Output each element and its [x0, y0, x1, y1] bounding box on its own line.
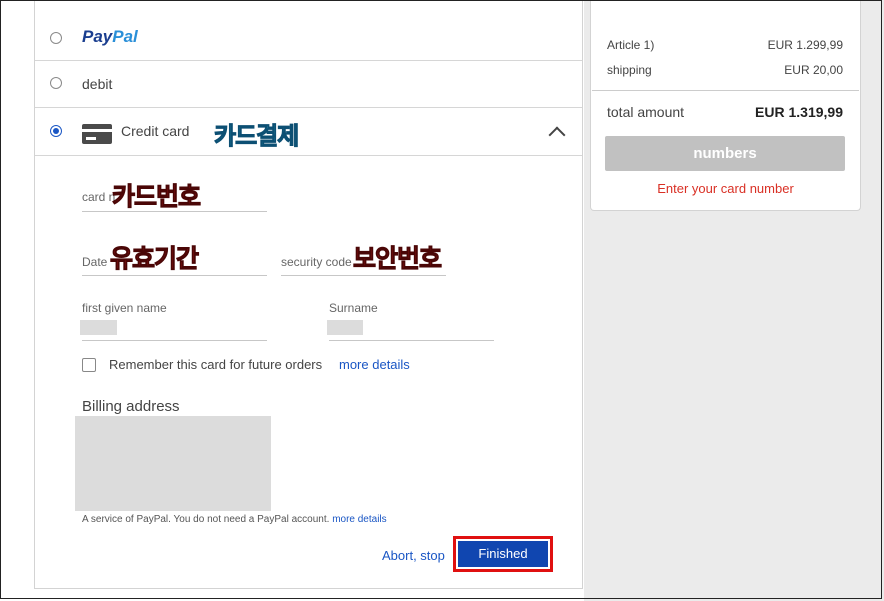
payment-option-credit-card[interactable]: Credit card 카드결제 [35, 107, 582, 156]
debit-label: debit [82, 76, 113, 92]
card-number-error: Enter your card number [657, 181, 794, 196]
credit-card-label: Credit card [121, 123, 190, 139]
chevron-up-icon[interactable] [548, 126, 566, 144]
service-note-text: A service of PayPal. You do not need a P… [82, 514, 330, 525]
debit-radio-icon[interactable] [50, 77, 62, 89]
summary-row-total: total amount EUR 1.319,99 [607, 104, 843, 120]
remember-more-details-link[interactable]: more details [339, 357, 410, 372]
service-note: A service of PayPal. You do not need a P… [82, 514, 387, 525]
date-label: Date [82, 255, 108, 269]
summary-divider [592, 90, 859, 91]
credit-card-icon [82, 124, 112, 144]
card-number-annotation: 카드번호 [111, 183, 201, 211]
surname-value-redacted [327, 320, 363, 335]
credit-card-annotation: 카드결제 [213, 123, 299, 151]
remember-card-label: Remember this card for future orders [109, 357, 323, 372]
card-number-field[interactable] [82, 211, 267, 212]
payment-option-debit[interactable]: debit [35, 60, 582, 108]
article-value: EUR 1.299,99 [767, 38, 843, 52]
security-code-label: security code [281, 255, 352, 269]
payment-column: PayPal debit Credit card 카드결제 card n 카드번… [0, 0, 584, 601]
first-name-value-redacted [80, 320, 117, 335]
security-code-annotation: 보안번호 [352, 245, 442, 273]
security-code-field[interactable] [281, 275, 446, 276]
first-name-field[interactable] [82, 340, 267, 341]
shipping-value: EUR 20,00 [784, 63, 843, 77]
abort-link[interactable]: Abort, stop [382, 548, 445, 563]
surname-label: Surname [329, 301, 378, 315]
card-number-label: card n [82, 190, 116, 204]
payment-option-paypal[interactable]: PayPal [35, 0, 582, 61]
surname-field[interactable] [329, 340, 494, 341]
billing-address-redacted [75, 416, 271, 511]
payment-methods-panel: PayPal debit Credit card 카드결제 card n 카드번… [34, 0, 583, 589]
shipping-label: shipping [607, 63, 652, 77]
service-more-details-link[interactable]: more details [332, 514, 386, 525]
paypal-logo: PayPal [82, 27, 138, 46]
finished-button[interactable]: Finished [458, 541, 548, 567]
date-field[interactable] [82, 275, 267, 276]
billing-address-label: Billing address [82, 398, 180, 415]
article-label: Article 1) [607, 38, 655, 52]
numbers-button[interactable]: numbers [605, 136, 845, 171]
order-summary: Article 1) EUR 1.299,99 shipping EUR 20,… [590, 0, 861, 211]
summary-row-shipping: shipping EUR 20,00 [607, 63, 843, 77]
total-value: EUR 1.319,99 [755, 104, 843, 120]
remember-card-checkbox[interactable] [82, 358, 96, 372]
date-annotation: 유효기간 [109, 245, 199, 273]
credit-card-radio-icon[interactable] [50, 125, 62, 137]
summary-row-article: Article 1) EUR 1.299,99 [607, 38, 843, 52]
first-name-label: first given name [82, 301, 167, 315]
total-label: total amount [607, 104, 685, 120]
paypal-radio-icon[interactable] [50, 32, 62, 44]
